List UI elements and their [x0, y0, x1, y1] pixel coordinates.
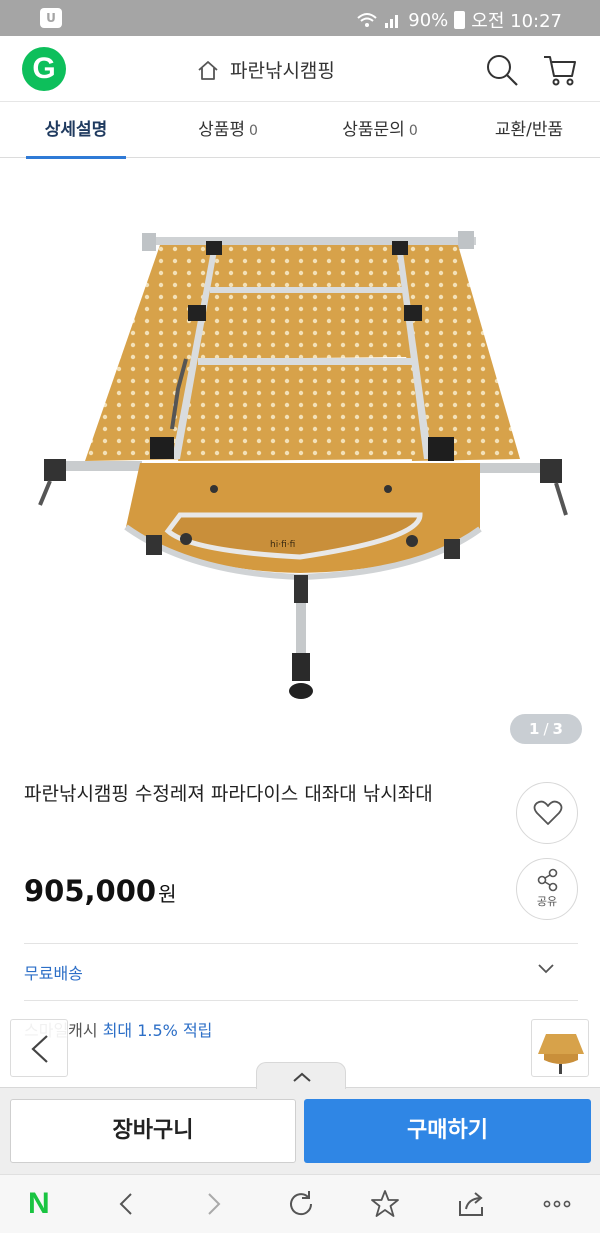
buy-now-button[interactable]: 구매하기: [304, 1099, 591, 1163]
browser-toolbar: N: [0, 1174, 600, 1233]
back-icon[interactable]: [110, 1187, 144, 1221]
add-to-cart-button[interactable]: 장바구니: [10, 1099, 296, 1163]
expand-options-tab[interactable]: [256, 1062, 346, 1089]
gallery-page-indicator: 1/3: [510, 714, 582, 744]
review-count: 0: [249, 123, 258, 139]
status-indicators: 90% 오전 10:27: [356, 7, 562, 33]
clock: 오전 10:27: [471, 11, 562, 32]
floating-back-button[interactable]: [10, 1019, 68, 1077]
battery-percent: 90%: [408, 9, 449, 31]
bookmark-star-icon[interactable]: [368, 1187, 402, 1221]
product-title: 파란낚시캠핑 수정레져 파라다이스 대좌대 낚시좌대: [24, 783, 433, 805]
tab-reviews[interactable]: 상품평 0: [178, 102, 278, 158]
divider: [24, 943, 578, 944]
more-icon[interactable]: [540, 1187, 574, 1221]
app-header: G 파란낚시캠핑: [0, 36, 600, 102]
shop-link[interactable]: 파란낚시캠핑: [196, 56, 335, 83]
price-currency: 원: [158, 882, 177, 906]
wishlist-button[interactable]: [516, 782, 578, 844]
svg-text:hi·fi·fi: hi·fi·fi: [270, 540, 295, 550]
product-thumbnail: [538, 1034, 584, 1074]
search-icon[interactable]: [484, 52, 520, 88]
product-price: 905,000 원: [24, 874, 177, 908]
shipping-info[interactable]: 무료배송: [24, 960, 83, 984]
home-icon: [198, 60, 218, 80]
refresh-icon[interactable]: [284, 1187, 318, 1221]
status-bar: U 90% 오전 10:27: [0, 0, 600, 36]
app-notification-icon: U: [40, 8, 62, 28]
chevron-up-icon: [293, 1072, 311, 1082]
wifi-icon: [357, 13, 377, 27]
divider: [24, 1000, 578, 1001]
shop-name: 파란낚시캠핑: [230, 60, 335, 82]
tab-exchange-return[interactable]: 교환/반품: [474, 102, 584, 158]
product-image-gallery[interactable]: hi·fi·fi 1/3: [0, 159, 600, 750]
heart-icon: [533, 800, 563, 825]
battery-icon: [454, 11, 466, 29]
recent-item-thumbnail[interactable]: [531, 1019, 589, 1077]
forward-icon[interactable]: [196, 1187, 230, 1221]
share-label: 공유: [536, 895, 558, 908]
product-photo: hi·fi·fi: [38, 231, 568, 699]
signal-icon: [385, 15, 399, 28]
share-nodes-icon: [537, 868, 558, 892]
chevron-left-icon: [31, 1035, 48, 1063]
naver-logo[interactable]: N: [28, 1188, 50, 1220]
gmarket-logo[interactable]: G: [22, 47, 66, 91]
cart-icon[interactable]: [542, 52, 578, 88]
tab-inquiries[interactable]: 상품문의 0: [320, 102, 440, 158]
chevron-down-icon[interactable]: [536, 958, 556, 978]
smile-cash-rate: 최대 1.5% 적립: [102, 1021, 213, 1040]
tab-details[interactable]: 상세설명: [26, 102, 126, 159]
price-value: 905,000: [24, 874, 157, 908]
inquiry-count: 0: [408, 123, 418, 139]
product-tabs: 상세설명 상품평 0 상품문의 0 교환/반품: [0, 102, 600, 159]
share-icon[interactable]: [454, 1187, 488, 1221]
share-button[interactable]: 공유: [516, 858, 578, 920]
